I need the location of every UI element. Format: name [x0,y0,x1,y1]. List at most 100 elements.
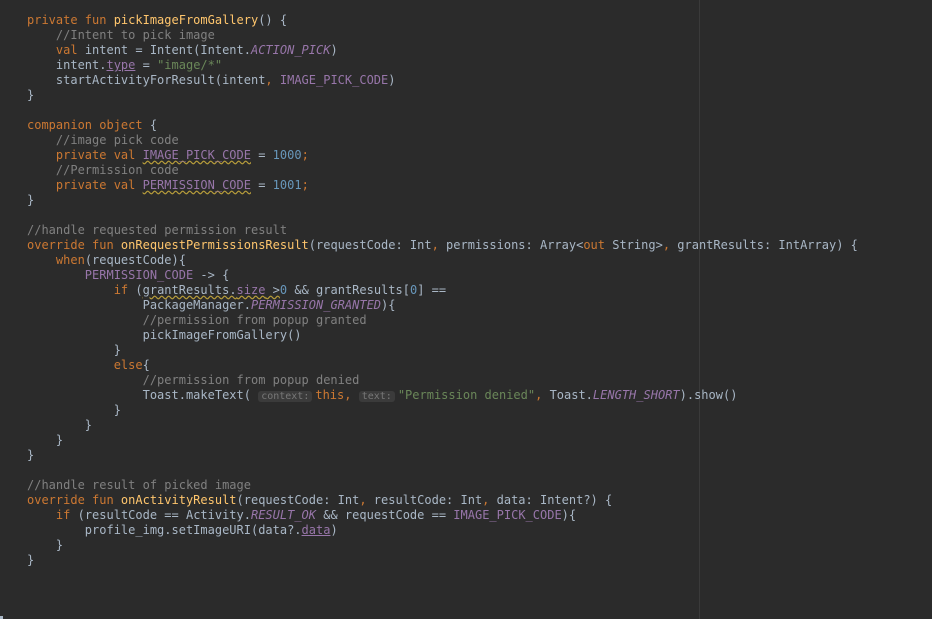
code-token: } [27,553,35,567]
code-token: ) [330,523,338,537]
code-line[interactable]: } [27,403,932,418]
code-token: startActivityForResult(intent [27,73,266,87]
code-token: if [113,283,136,297]
code-line[interactable]: val intent = Intent(Intent.ACTION_PICK) [27,43,932,58]
code-token: ) [330,43,338,57]
code-token: ( [135,283,143,297]
code-line[interactable]: //permission from popup denied [27,373,932,388]
code-token: pickImageFromGallery() [27,328,302,342]
code-line[interactable] [27,103,932,118]
code-token: } [27,88,35,102]
code-token: grantResults: IntArray) { [677,238,858,252]
code-line[interactable]: companion object { [27,118,932,133]
code-token: "Permission denied" [397,388,536,402]
code-line[interactable]: profile_img.setImageURI(data?.data) [27,523,932,538]
code-token: //Permission code [55,163,179,177]
code-token: private val [55,148,143,162]
code-line[interactable]: else{ [27,358,932,373]
parameter-hint: context: [258,391,313,402]
code-token: && grantResults[ [287,283,410,297]
code-token: (resultCode == Activity. [77,508,251,522]
code-token: override fun [27,238,121,252]
code-token: String> [612,238,663,252]
code-area[interactable]: private fun pickImageFromGallery() { //I… [27,13,932,568]
code-token: grantResults. [142,283,237,297]
code-line[interactable]: //Intent to pick image [27,28,932,43]
code-token: 1000 [272,148,302,162]
code-line[interactable]: } [27,193,932,208]
code-editor[interactable]: private fun pickImageFromGallery() { //I… [0,0,932,619]
code-token: else [113,358,143,372]
code-line[interactable]: when(requestCode){ [27,253,932,268]
code-line[interactable]: //handle result of picked image [27,478,932,493]
code-token: PERMISSION_GRANTED [250,298,382,312]
code-token: onActivityResult [120,493,237,507]
code-token: ACTION_PICK [250,43,331,57]
code-token: intent. [27,58,107,72]
code-line[interactable]: //image pick code [27,133,932,148]
code-token: (requestCode){ [84,253,186,267]
code-token: } [27,418,93,432]
code-token: PackageManager. [27,298,251,312]
code-token: out [583,238,613,252]
code-line[interactable]: private val IMAGE_PICK_CODE = 1000; [27,148,932,163]
code-line[interactable]: //permission from popup granted [27,313,932,328]
code-line[interactable]: startActivityForResult(intent, IMAGE_PIC… [27,73,932,88]
code-line[interactable]: PackageManager.PERMISSION_GRANTED){ [27,298,932,313]
code-token: } [27,403,121,417]
code-line[interactable]: } [27,418,932,433]
code-token: , [662,238,678,252]
code-token: //handle result of picked image [27,478,251,492]
code-line[interactable]: if (grantResults.size >0 && grantResults… [27,283,932,298]
code-line[interactable]: intent.type = "image/*" [27,58,932,73]
code-token: resultCode: Int [373,493,483,507]
code-token: val [55,43,85,57]
code-token: //permission from popup denied [142,373,360,387]
code-token: RESULT_OK [250,508,317,522]
code-line[interactable]: } [27,538,932,553]
code-token: { [142,358,150,372]
code-token: private fun [27,13,114,27]
code-token: profile_img.setImageURI(data?. [27,523,302,537]
code-token: override fun [27,493,121,507]
code-line[interactable]: override fun onActivityResult(requestCod… [27,493,932,508]
code-line[interactable]: //Permission code [27,163,932,178]
code-line[interactable]: private fun pickImageFromGallery() { [27,13,932,28]
code-line[interactable]: private val PERMISSION_CODE = 1001; [27,178,932,193]
code-token: , [535,388,550,402]
code-line[interactable]: pickImageFromGallery() [27,328,932,343]
code-token: } [27,343,121,357]
code-token: type [106,58,136,72]
code-token: if [55,508,78,522]
code-token: ) [388,73,396,87]
code-token: data [301,523,331,537]
code-line[interactable]: PERMISSION_CODE -> { [27,268,932,283]
code-line[interactable]: Toast.makeText( context: this, text: "Perm… [27,388,932,403]
code-token: 1001 [272,178,302,192]
code-line[interactable]: override fun onRequestPermissionsResult(… [27,238,932,253]
code-line[interactable]: } [27,88,932,103]
code-line[interactable]: } [27,448,932,463]
code-line[interactable] [27,463,932,478]
code-line[interactable]: } [27,433,932,448]
code-token: private val [55,178,143,192]
code-line[interactable] [27,208,932,223]
code-token: } [27,448,35,462]
code-line[interactable]: //handle requested permission result [27,223,932,238]
parameter-hint: text: [358,391,395,402]
code-line[interactable]: } [27,553,932,568]
code-line[interactable]: if (resultCode == Activity.RESULT_OK && … [27,508,932,523]
code-token: "image/*" [157,58,223,72]
code-line[interactable]: } [27,343,932,358]
code-token: = [135,58,158,72]
code-token: //handle requested permission result [27,223,288,237]
code-token: companion object [27,118,150,132]
